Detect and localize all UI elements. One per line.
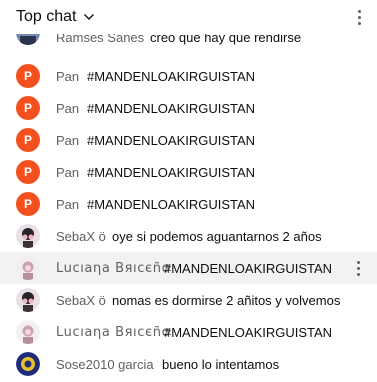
- message-author: Pan: [56, 68, 80, 84]
- avatar: [16, 288, 40, 312]
- user-photo-icon: [16, 320, 40, 344]
- chevron-down-icon: [84, 14, 95, 20]
- avatar: P: [16, 64, 40, 88]
- message-text: #MANDENLOAKIRGUISTAN: [87, 164, 256, 180]
- message-author: Lucıaηa Вяıcєñσ: [56, 260, 171, 276]
- message-author: Pan: [56, 132, 80, 148]
- message-author: Pan: [56, 196, 80, 212]
- chat-message-list[interactable]: Ramses Sanes creo que hay que rendirse P…: [0, 28, 377, 382]
- chat-header: Top chat: [0, 0, 377, 34]
- user-photo-icon: [16, 352, 40, 376]
- chat-message: Sose2010 garcia bueno lo intentamos: [0, 348, 377, 380]
- chat-message: P Pan #MANDENLOAKIRGUISTAN: [0, 124, 377, 156]
- message-text: nomas es dormirse 2 añitos y volvemos: [112, 292, 341, 308]
- chat-message: P Pan #MANDENLOAKIRGUISTAN: [0, 60, 377, 92]
- message-author: Sose2010 garcia: [56, 356, 154, 372]
- chat-message: P Pan #MANDENLOAKIRGUISTAN: [0, 92, 377, 124]
- message-text: oye si podemos aguantarnos 2 años: [112, 228, 322, 244]
- user-photo-icon: [16, 288, 40, 312]
- message-author: SebaX ö: [56, 228, 106, 244]
- chat-message: P Pan #MANDENLOAKIRGUISTAN: [0, 156, 377, 188]
- avatar: P: [16, 96, 40, 120]
- avatar: [16, 224, 40, 248]
- chat-message-hovered[interactable]: Lucıaηa Вяıcєñσ #MANDENLOAKIRGUISTAN: [0, 252, 377, 284]
- header-title: Top chat: [16, 8, 77, 25]
- chat-message: P Pan #MANDENLOAKIRGUISTAN: [0, 188, 377, 220]
- message-menu-icon[interactable]: [353, 258, 363, 278]
- user-photo-icon: [16, 256, 40, 280]
- message-author: Pan: [56, 100, 80, 116]
- top-chat-dropdown[interactable]: Top chat: [16, 8, 95, 26]
- chat-message: SebaX ö oye si podemos aguantarnos 2 año…: [0, 220, 377, 252]
- chat-message: SebaX ö nomas es dormirse 2 añitos y vol…: [0, 284, 377, 316]
- more-options-icon[interactable]: [349, 6, 369, 28]
- message-author: SebaX ö: [56, 292, 106, 308]
- message-text: bueno lo intentamos: [162, 356, 280, 372]
- avatar: [16, 352, 40, 376]
- avatar: [16, 320, 40, 344]
- message-text: #MANDENLOAKIRGUISTAN: [164, 324, 333, 340]
- user-photo-icon: [16, 224, 40, 248]
- message-text: #MANDENLOAKIRGUISTAN: [87, 132, 256, 148]
- avatar: P: [16, 128, 40, 152]
- chat-message: Lucıaηa Вяıcєñσ #MANDENLOAKIRGUISTAN: [0, 316, 377, 348]
- avatar: [16, 256, 40, 280]
- message-text: #MANDENLOAKIRGUISTAN: [87, 196, 256, 212]
- avatar: P: [16, 160, 40, 184]
- message-text: #MANDENLOAKIRGUISTAN: [87, 68, 256, 84]
- message-text: #MANDENLOAKIRGUISTAN: [87, 100, 256, 116]
- message-author: Pan: [56, 164, 80, 180]
- message-author: Lucıaηa Вяıcєñσ: [56, 324, 171, 340]
- avatar: P: [16, 192, 40, 216]
- message-text: #MANDENLOAKIRGUISTAN: [164, 260, 333, 276]
